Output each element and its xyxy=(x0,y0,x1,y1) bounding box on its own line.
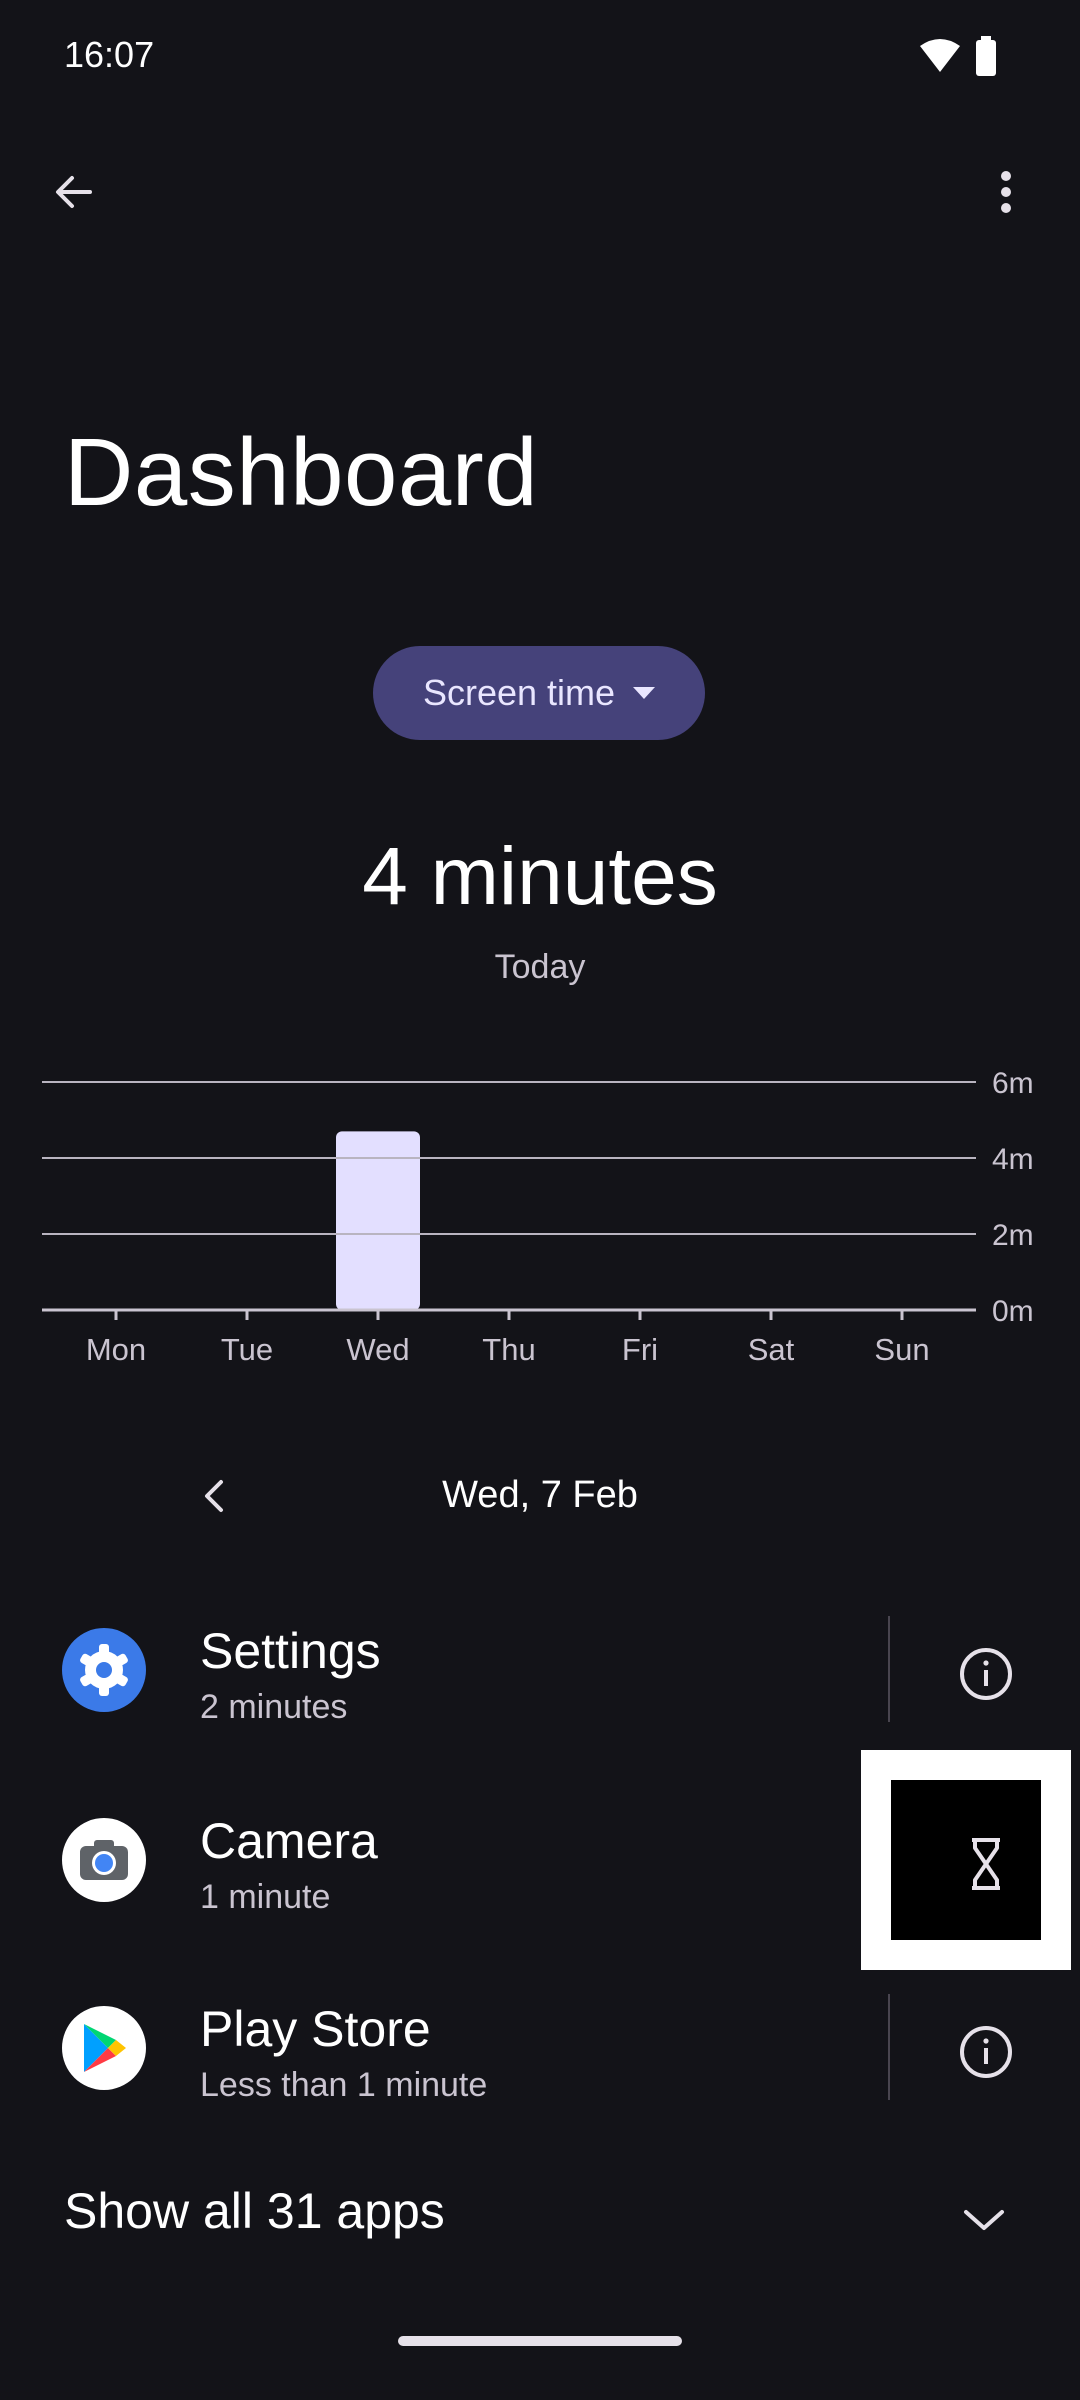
chart-y-tick-label: 4m xyxy=(992,1143,1034,1176)
info-icon xyxy=(960,2026,1012,2078)
hourglass-icon xyxy=(972,1838,1000,1890)
chart-x-tick-label: Wed xyxy=(346,1332,409,1367)
more-vert-icon xyxy=(1001,171,1011,213)
metric-dropdown[interactable]: Screen time xyxy=(373,646,705,740)
app-row-settings[interactable]: Settings 2 minutes xyxy=(0,1580,1080,1760)
app-usage: 1 minute xyxy=(200,1878,331,1916)
app-info-button-play-store[interactable] xyxy=(944,2010,1028,2094)
info-icon xyxy=(960,1648,1012,1700)
more-options-button[interactable] xyxy=(972,158,1040,226)
camera-icon xyxy=(62,1818,146,1902)
chart-y-tick-label: 0m xyxy=(992,1295,1034,1328)
dropdown-arrow-icon xyxy=(633,687,656,699)
app-name: Camera xyxy=(200,1813,378,1869)
show-all-apps-label: Show all 31 apps xyxy=(64,2183,445,2239)
metric-dropdown-label: Screen time xyxy=(422,672,616,713)
usage-bar-chart: 0m 2m 4m 6m Mon Tue Wed Thu Fri Sat Sun xyxy=(42,1067,1034,1367)
chart-x-tick-label: Fri xyxy=(622,1332,658,1367)
arrow-back-icon xyxy=(56,176,92,208)
app-name: Play Store xyxy=(200,2001,431,2057)
status-time: 16:07 xyxy=(64,34,155,75)
battery-icon xyxy=(976,36,996,76)
app-usage: 2 minutes xyxy=(200,1688,348,1726)
home-indicator[interactable] xyxy=(398,2336,682,2346)
total-period-label: Today xyxy=(494,948,586,986)
show-all-apps-button[interactable]: Show all 31 apps xyxy=(0,2160,1080,2270)
app-usage: Less than 1 minute xyxy=(200,2066,488,2104)
status-icons xyxy=(918,36,1008,78)
chart-x-tick-label: Thu xyxy=(482,1332,535,1367)
row-divider xyxy=(888,1994,890,2100)
gear-icon xyxy=(62,1628,146,1712)
back-button[interactable] xyxy=(40,158,108,226)
chart-x-tick-label: Tue xyxy=(221,1332,273,1367)
page-title: Dashboard xyxy=(64,419,539,526)
chart-x-tick-label: Sun xyxy=(874,1332,929,1367)
app-row-play-store[interactable]: Play Store Less than 1 minute xyxy=(0,1958,1080,2138)
app-info-button-settings[interactable] xyxy=(944,1632,1028,1716)
chart-y-tick-label: 2m xyxy=(992,1219,1034,1252)
app-row-camera[interactable]: Camera 1 minute xyxy=(0,1770,1080,1950)
chart-x-tick-label: Mon xyxy=(86,1332,146,1367)
row-divider xyxy=(888,1616,890,1722)
chart-x-tick-label: Sat xyxy=(748,1332,795,1367)
app-timer-button-camera[interactable] xyxy=(944,1822,1028,1906)
expand-more-icon xyxy=(950,2186,1018,2254)
chart-y-tick-label: 6m xyxy=(992,1067,1034,1100)
total-screen-time: 4 minutes xyxy=(362,831,718,922)
wifi-icon xyxy=(920,39,960,72)
app-name: Settings xyxy=(200,1623,381,1679)
play-store-icon xyxy=(62,2006,146,2090)
selected-date: Wed, 7 Feb xyxy=(442,1474,638,1516)
